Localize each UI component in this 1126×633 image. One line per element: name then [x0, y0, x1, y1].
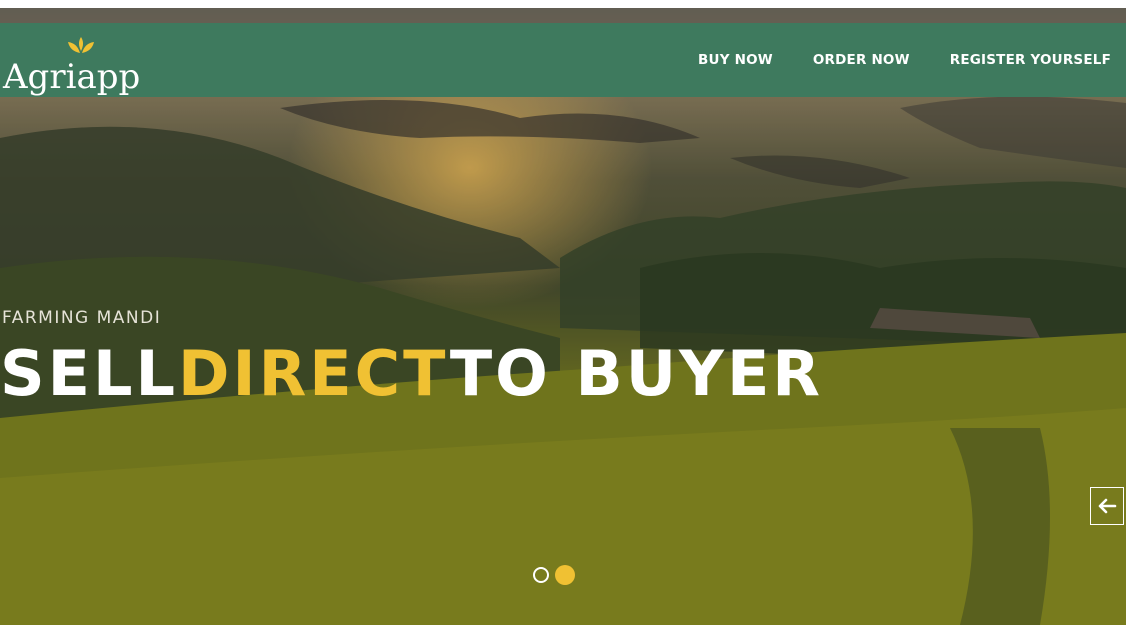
carousel-indicators — [533, 565, 575, 585]
headline-accent: DIRECT — [178, 337, 450, 410]
main-nav: BUY NOW ORDER NOW REGISTER YOURSELF — [698, 52, 1111, 68]
agriapp-logo[interactable]: Agriapp — [3, 37, 173, 97]
logo-text: Agriapp — [3, 57, 141, 97]
nav-buy-now[interactable]: BUY NOW — [698, 52, 773, 68]
hero-banner — [0, 8, 1126, 625]
hero-eyebrow: FARMING MANDI — [2, 308, 162, 328]
headline-part1: SELL — [0, 337, 179, 410]
carousel-prev-button[interactable] — [1090, 487, 1124, 525]
nav-register-yourself[interactable]: REGISTER YOURSELF — [950, 52, 1111, 68]
nav-order-now[interactable]: ORDER NOW — [813, 52, 910, 68]
carousel-dot-1[interactable] — [533, 567, 549, 583]
top-navbar: Agriapp BUY NOW ORDER NOW REGISTER YOURS… — [0, 23, 1126, 97]
headline-part2: TO BUYER — [449, 337, 824, 410]
hero-headline: SELLDIRECTTO BUYER — [0, 338, 823, 410]
carousel-dot-2-active[interactable] — [555, 565, 575, 585]
arrow-left-icon — [1098, 498, 1117, 514]
